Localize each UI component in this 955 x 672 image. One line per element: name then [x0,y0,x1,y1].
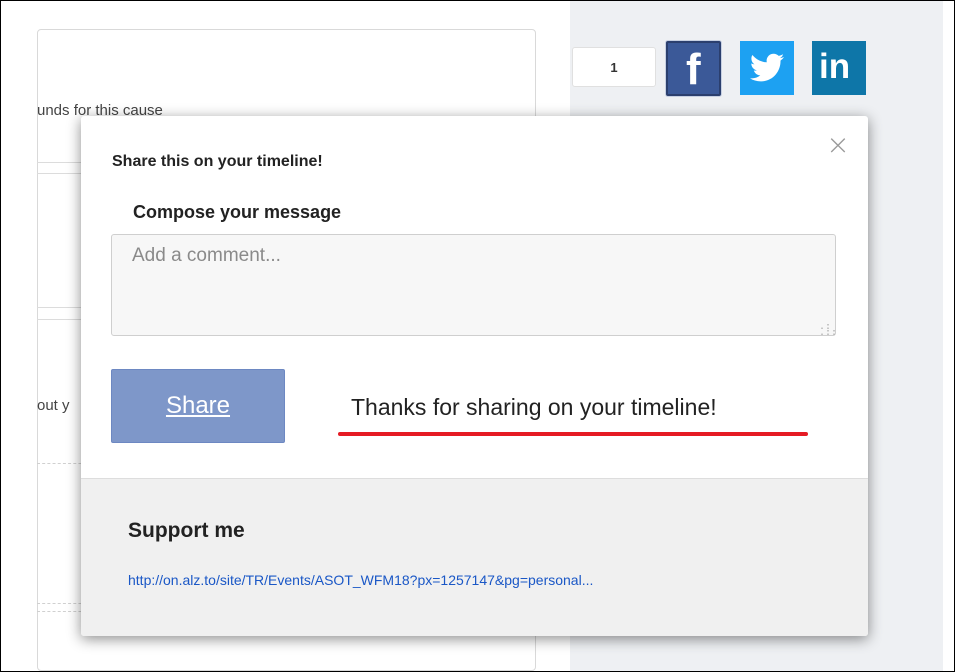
facebook-icon: f [686,45,701,94]
highlight-underline [338,432,808,436]
modal-footer: Support me http://on.alz.to/site/TR/Even… [81,478,868,636]
twitter-icon [749,53,784,82]
share-confirmation-text: Thanks for sharing on your timeline! [351,394,717,420]
linkedin-share-button[interactable]: in [812,41,866,95]
share-modal: Share this on your timeline! × Compose y… [81,116,868,636]
right-edge [943,1,954,671]
comment-input[interactable] [111,234,836,336]
linkedin-icon: in [819,47,851,86]
compose-label: Compose your message [133,202,342,222]
page-frame: unds for this cause out y 1 f in Share t… [0,0,955,672]
background-about-text: out y [37,397,70,414]
share-button[interactable]: Share [111,369,285,443]
close-icon[interactable]: × [825,131,851,159]
twitter-share-button[interactable] [740,41,794,95]
share-count-badge: 1 [572,47,656,87]
support-link[interactable]: http://on.alz.to/site/TR/Events/ASOT_WFM… [128,572,593,588]
facebook-share-button[interactable]: f [666,41,721,96]
support-title: Support me [128,519,245,542]
resize-grip-icon[interactable]: .:.:: [819,322,837,338]
modal-title: Share this on your timeline! [112,153,323,170]
